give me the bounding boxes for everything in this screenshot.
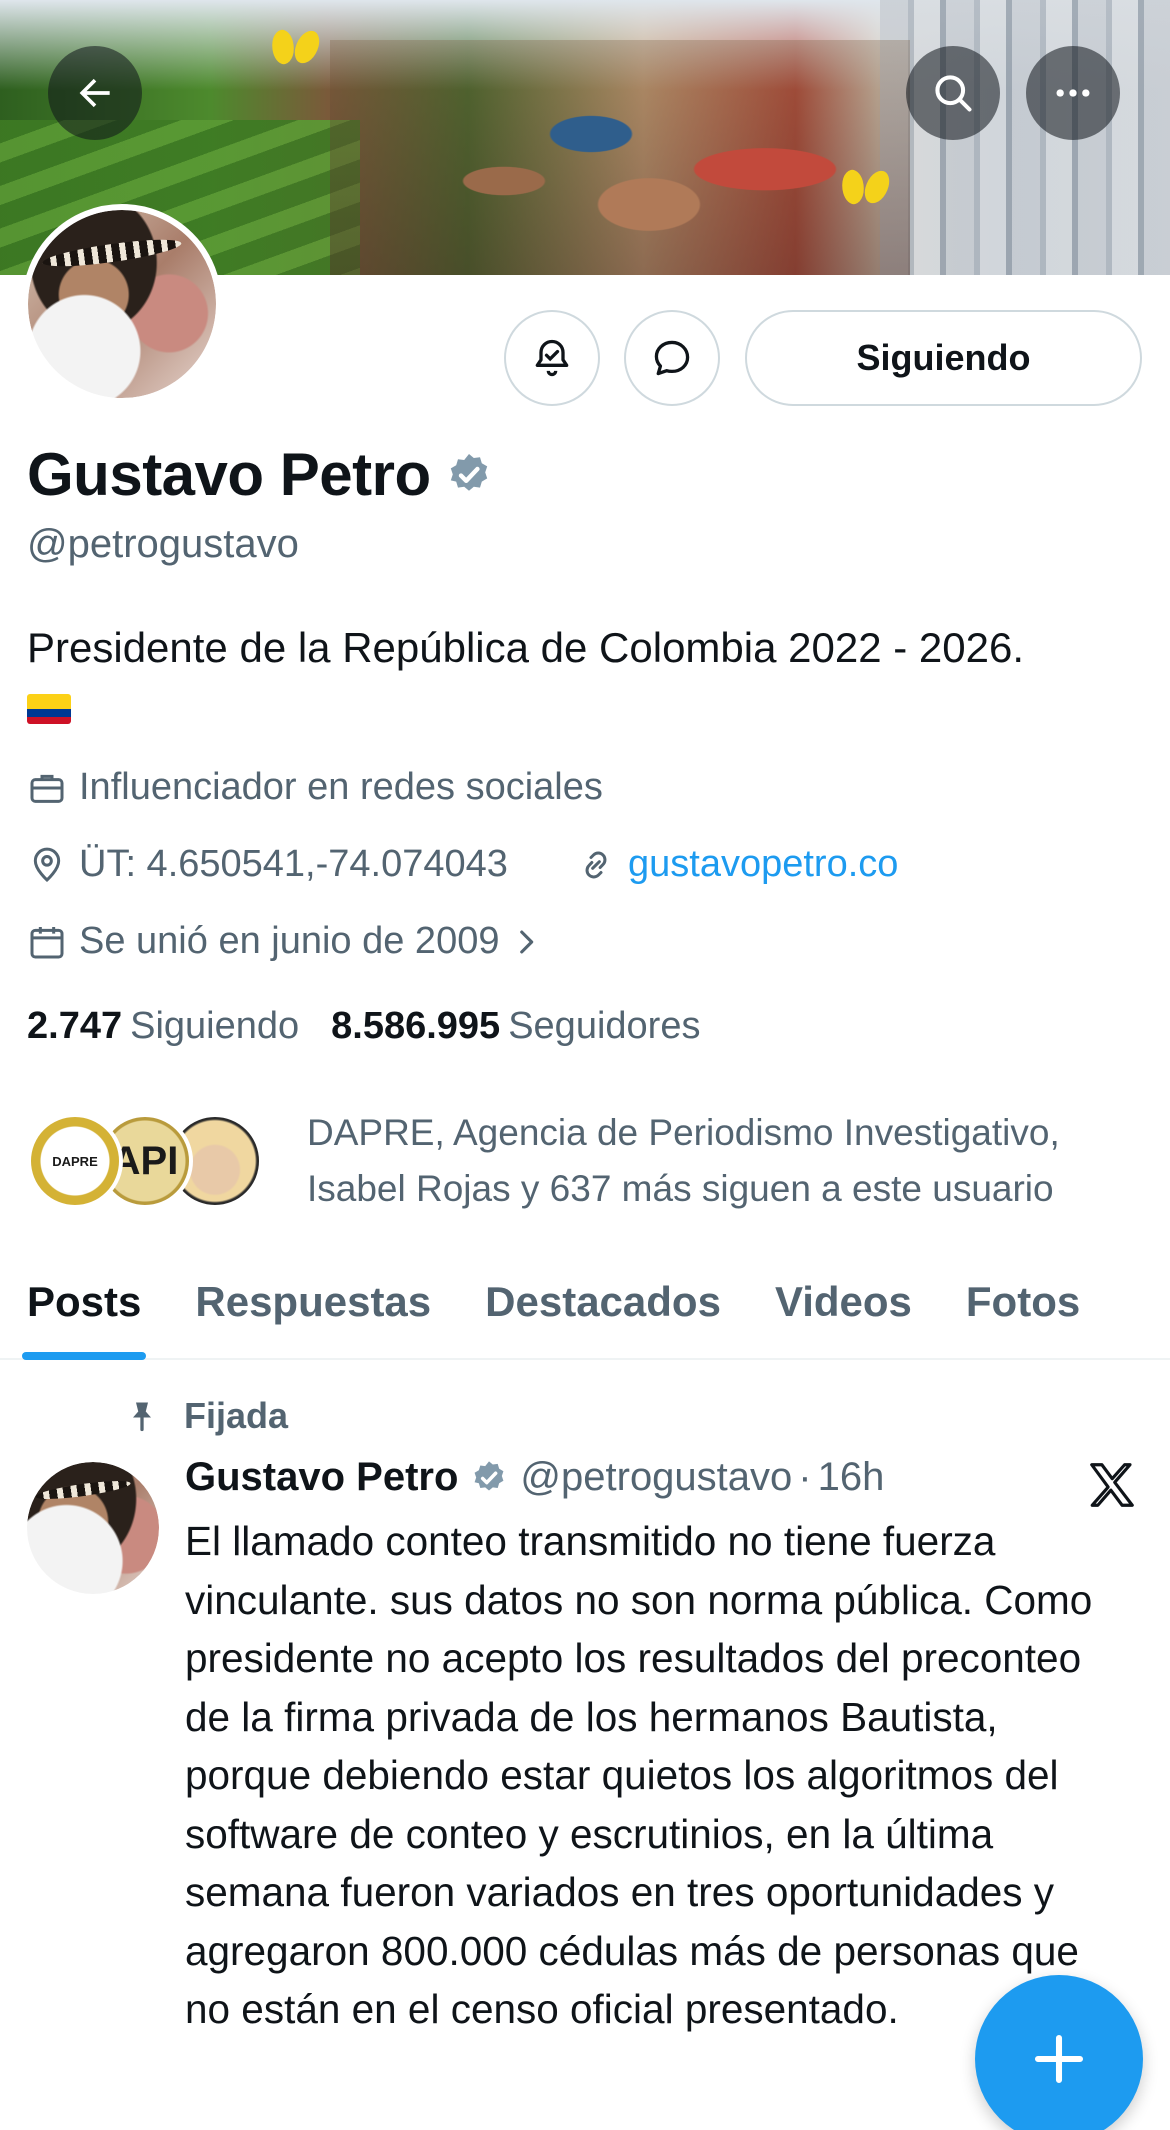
profile-handle: @petrogustavo — [27, 522, 299, 566]
message-bubble-icon — [654, 340, 690, 376]
banner-crowd — [330, 40, 910, 275]
tab-label: Videos — [774, 1277, 912, 1325]
avatar-dapre: DAPRE — [27, 1113, 123, 1209]
more-button[interactable] — [1026, 46, 1120, 140]
following-button[interactable]: Siguiendo — [745, 310, 1142, 406]
location-text: ÜT: 4.650541,-74.074043 — [79, 843, 508, 885]
colombia-flag-emoji — [27, 694, 71, 724]
tab-label: Posts — [27, 1277, 142, 1325]
verified-badge-icon[interactable] — [445, 451, 493, 499]
butterfly-decoration — [842, 170, 888, 210]
profile-avatar[interactable] — [22, 204, 222, 404]
tab-fotos[interactable]: Fotos — [939, 1245, 1107, 1358]
post-author-avatar[interactable] — [27, 1462, 159, 1594]
tab-respuestas[interactable]: Respuestas — [168, 1245, 458, 1358]
notifications-button[interactable] — [504, 310, 600, 406]
tab-label: Fotos — [965, 1277, 1081, 1325]
calendar-icon — [30, 926, 64, 958]
pinned-label: Fijada — [184, 1395, 289, 1436]
profile-bio: Presidente de la República de Colombia 2… — [27, 624, 1024, 671]
profile-website[interactable]: gustavopetro.co — [576, 843, 898, 886]
active-tab-indicator — [22, 1352, 147, 1360]
avatar-photo — [28, 210, 216, 398]
back-button[interactable] — [48, 46, 142, 140]
message-button[interactable] — [624, 310, 720, 406]
verified-badge-icon[interactable] — [470, 1459, 508, 1497]
chevron-right-icon — [520, 930, 534, 953]
follow-stats: 2.747 Siguiendo 8.586.995 Seguidores — [27, 1005, 700, 1048]
compose-post-button[interactable] — [975, 1975, 1143, 2130]
joined-text: Se unió en junio de 2009 — [79, 920, 500, 962]
followers-you-know[interactable]: DAPRE API DAPRE, Agencia de Periodismo I… — [27, 1105, 1127, 1217]
following-stat[interactable]: 2.747 Siguiendo — [27, 1005, 299, 1048]
profile-category: Influenciador en redes sociales — [27, 766, 603, 809]
tab-posts[interactable]: Posts — [0, 1245, 168, 1360]
arrow-left-icon — [79, 78, 110, 108]
followers-count: 8.586.995 — [331, 1005, 501, 1047]
tab-label: Respuestas — [195, 1277, 432, 1325]
profile-tabs: Posts Respuestas Destacados Videos Fotos — [0, 1245, 1170, 1360]
search-button[interactable] — [906, 46, 1000, 140]
website-link[interactable]: gustavopetro.co — [628, 843, 898, 886]
pinned-indicator: Fijada — [124, 1395, 288, 1437]
followers-you-know-text: DAPRE, Agencia de Periodismo Investigati… — [307, 1112, 1060, 1209]
post-timestamp[interactable]: 16h — [818, 1455, 885, 1500]
profile-name-row: Gustavo Petro — [27, 440, 493, 509]
followers-label: Seguidores — [508, 1005, 701, 1047]
search-icon — [935, 75, 972, 112]
profile-name: Gustavo Petro — [27, 441, 431, 508]
tab-label: Destacados — [485, 1277, 721, 1325]
profile-location: ÜT: 4.650541,-74.074043 — [27, 843, 508, 886]
followers-stat[interactable]: 8.586.995 Seguidores — [331, 1005, 700, 1048]
following-count: 2.747 — [27, 1005, 123, 1047]
butterfly-decoration — [272, 30, 318, 70]
post-author-handle[interactable]: @petrogustavo — [520, 1455, 792, 1500]
tab-videos[interactable]: Videos — [748, 1245, 939, 1358]
followers-avatars: DAPRE API — [27, 1113, 263, 1209]
plus-icon — [1034, 2034, 1084, 2084]
following-label: Siguiendo — [130, 1005, 300, 1047]
post-text[interactable]: El llamado conteo transmitido no tiene f… — [185, 1512, 1135, 2039]
x-logo-icon[interactable] — [1085, 1458, 1139, 1512]
banner-city — [880, 0, 1170, 275]
bell-icon — [535, 339, 569, 377]
profile-joined[interactable]: Se unió en junio de 2009 — [27, 920, 555, 963]
location-pin-icon — [33, 847, 61, 882]
category-text: Influenciador en redes sociales — [79, 766, 603, 808]
avatar-photo — [27, 1462, 159, 1594]
pin-icon — [133, 1402, 151, 1432]
post-author-name[interactable]: Gustavo Petro — [185, 1455, 458, 1500]
link-icon — [585, 851, 607, 878]
post-separator: · — [798, 1455, 812, 1499]
more-dots-icon — [1056, 89, 1090, 97]
post-header: Gustavo Petro @petrogustavo · 16h — [185, 1455, 884, 1500]
briefcase-icon — [30, 774, 64, 803]
tab-destacados[interactable]: Destacados — [458, 1245, 748, 1358]
